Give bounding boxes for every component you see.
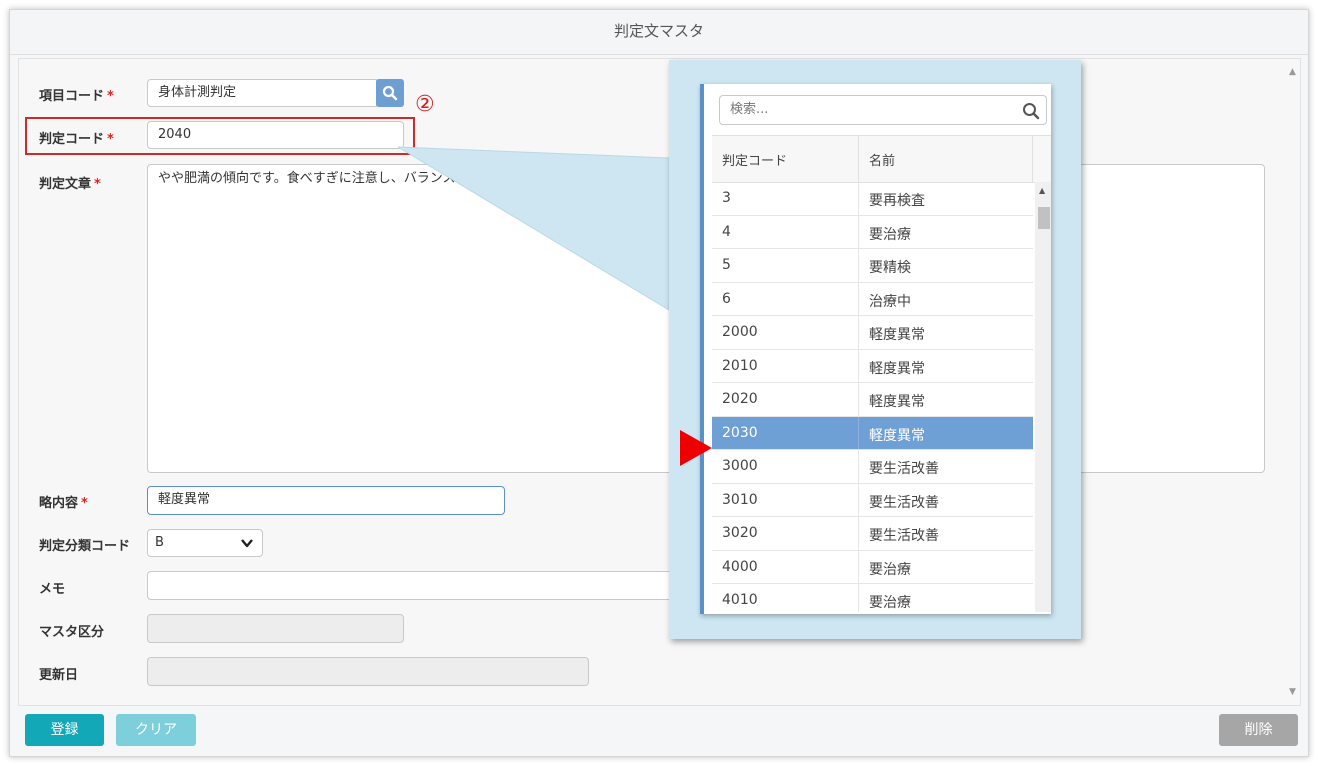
dropdown-row[interactable]: 2030 軽度異常 [712, 416, 1033, 450]
row-name: 要生活改善 [869, 494, 939, 511]
row-name: 軽度異常 [869, 394, 925, 410]
dropdown-row[interactable]: 3 要再検査 [712, 182, 1033, 216]
column-header-code: 判定コード [722, 154, 788, 169]
dropdown-row[interactable]: 4000 要治療 [712, 550, 1033, 584]
row-code: 6 [722, 290, 731, 307]
dropdown-row[interactable]: 6 治療中 [712, 282, 1033, 316]
row-name: 要生活改善 [869, 461, 939, 477]
row-name: 軽度異常 [869, 327, 925, 343]
row-code: 2010 [722, 357, 758, 374]
row-name: 要再検査 [869, 193, 925, 209]
row-code: 2030 [722, 424, 758, 441]
dropdown-row[interactable]: 2020 軽度異常 [712, 383, 1033, 417]
dropdown-row[interactable]: 4010 要治療 [712, 584, 1033, 612]
row-name: 要生活改善 [869, 528, 939, 544]
row-code: 3010 [722, 491, 758, 508]
search-icon [1023, 103, 1040, 120]
dropdown-row[interactable]: 3010 要生活改善 [712, 483, 1033, 517]
dropdown-search-field[interactable] [719, 95, 1047, 125]
row-name: 要治療 [869, 595, 911, 611]
dropdown-row[interactable]: 2010 軽度異常 [712, 349, 1033, 383]
dropdown-header: 判定コード 名前 [712, 135, 1051, 183]
row-name: 軽度異常 [869, 360, 925, 377]
dropdown-row[interactable]: 5 要精検 [712, 249, 1033, 283]
row-code: 2000 [722, 324, 758, 340]
row-code: 3020 [722, 525, 758, 541]
dropdown-search-input[interactable] [728, 101, 1012, 118]
judge-code-dropdown: 判定コード 名前 3 要再検査 4 要治療 5 要精検 6 治療中 2000 軽度異常 2010 軽度… [700, 84, 1051, 614]
dropdown-row[interactable]: 3020 要生活改善 [712, 517, 1033, 551]
callout-pointer [397, 146, 670, 311]
row-code: 2020 [722, 391, 758, 407]
dropdown-scrollbar[interactable]: ▲ [1035, 182, 1051, 612]
pointer-arrow-icon [680, 430, 712, 466]
row-code: 3 [722, 190, 731, 206]
column-header-name: 名前 [869, 154, 896, 169]
row-name: 要精検 [869, 260, 911, 276]
row-code: 4000 [722, 558, 758, 575]
row-code: 5 [722, 257, 731, 273]
dropdown-list: 3 要再検査 4 要治療 5 要精検 6 治療中 2000 軽度異常 2010 軽度異常 2020 軽度異… [712, 182, 1033, 612]
dropdown-row[interactable]: 4 要治療 [712, 215, 1033, 249]
row-code: 3000 [722, 458, 758, 474]
row-name: 要治療 [869, 226, 911, 243]
dropdown-row[interactable]: 2000 軽度異常 [712, 316, 1033, 350]
dropdown-row[interactable]: 3000 要生活改善 [712, 450, 1033, 484]
row-name: 要治療 [869, 561, 911, 578]
row-code: 4010 [722, 592, 758, 608]
scroll-up-icon[interactable]: ▲ [1039, 186, 1045, 195]
scrollbar-thumb[interactable] [1038, 207, 1050, 229]
row-code: 4 [722, 223, 731, 240]
row-name: 治療中 [869, 293, 911, 310]
row-name: 軽度異常 [869, 427, 925, 444]
